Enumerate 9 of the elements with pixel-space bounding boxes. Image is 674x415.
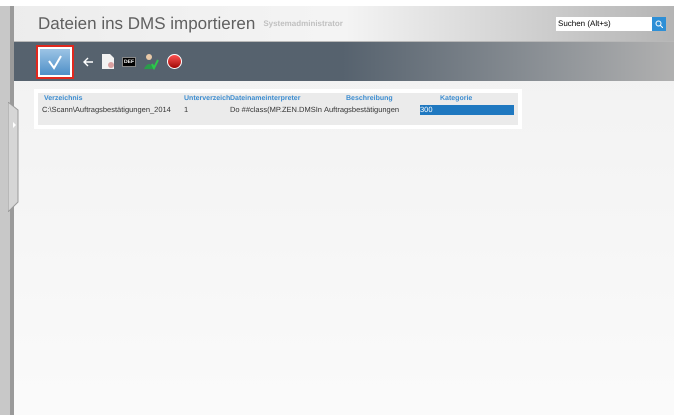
checkmark-icon xyxy=(47,54,63,70)
user-check-icon[interactable] xyxy=(144,53,159,70)
search-icon[interactable] xyxy=(652,16,666,30)
stop-icon[interactable] xyxy=(167,54,182,69)
document-icon[interactable] xyxy=(102,54,114,69)
page-title: Dateien ins DMS importieren xyxy=(38,12,256,35)
search-field[interactable]: Suchen (Alt+s) xyxy=(556,16,652,30)
back-arrow-icon[interactable] xyxy=(82,56,94,68)
confirm-button[interactable] xyxy=(36,44,74,78)
